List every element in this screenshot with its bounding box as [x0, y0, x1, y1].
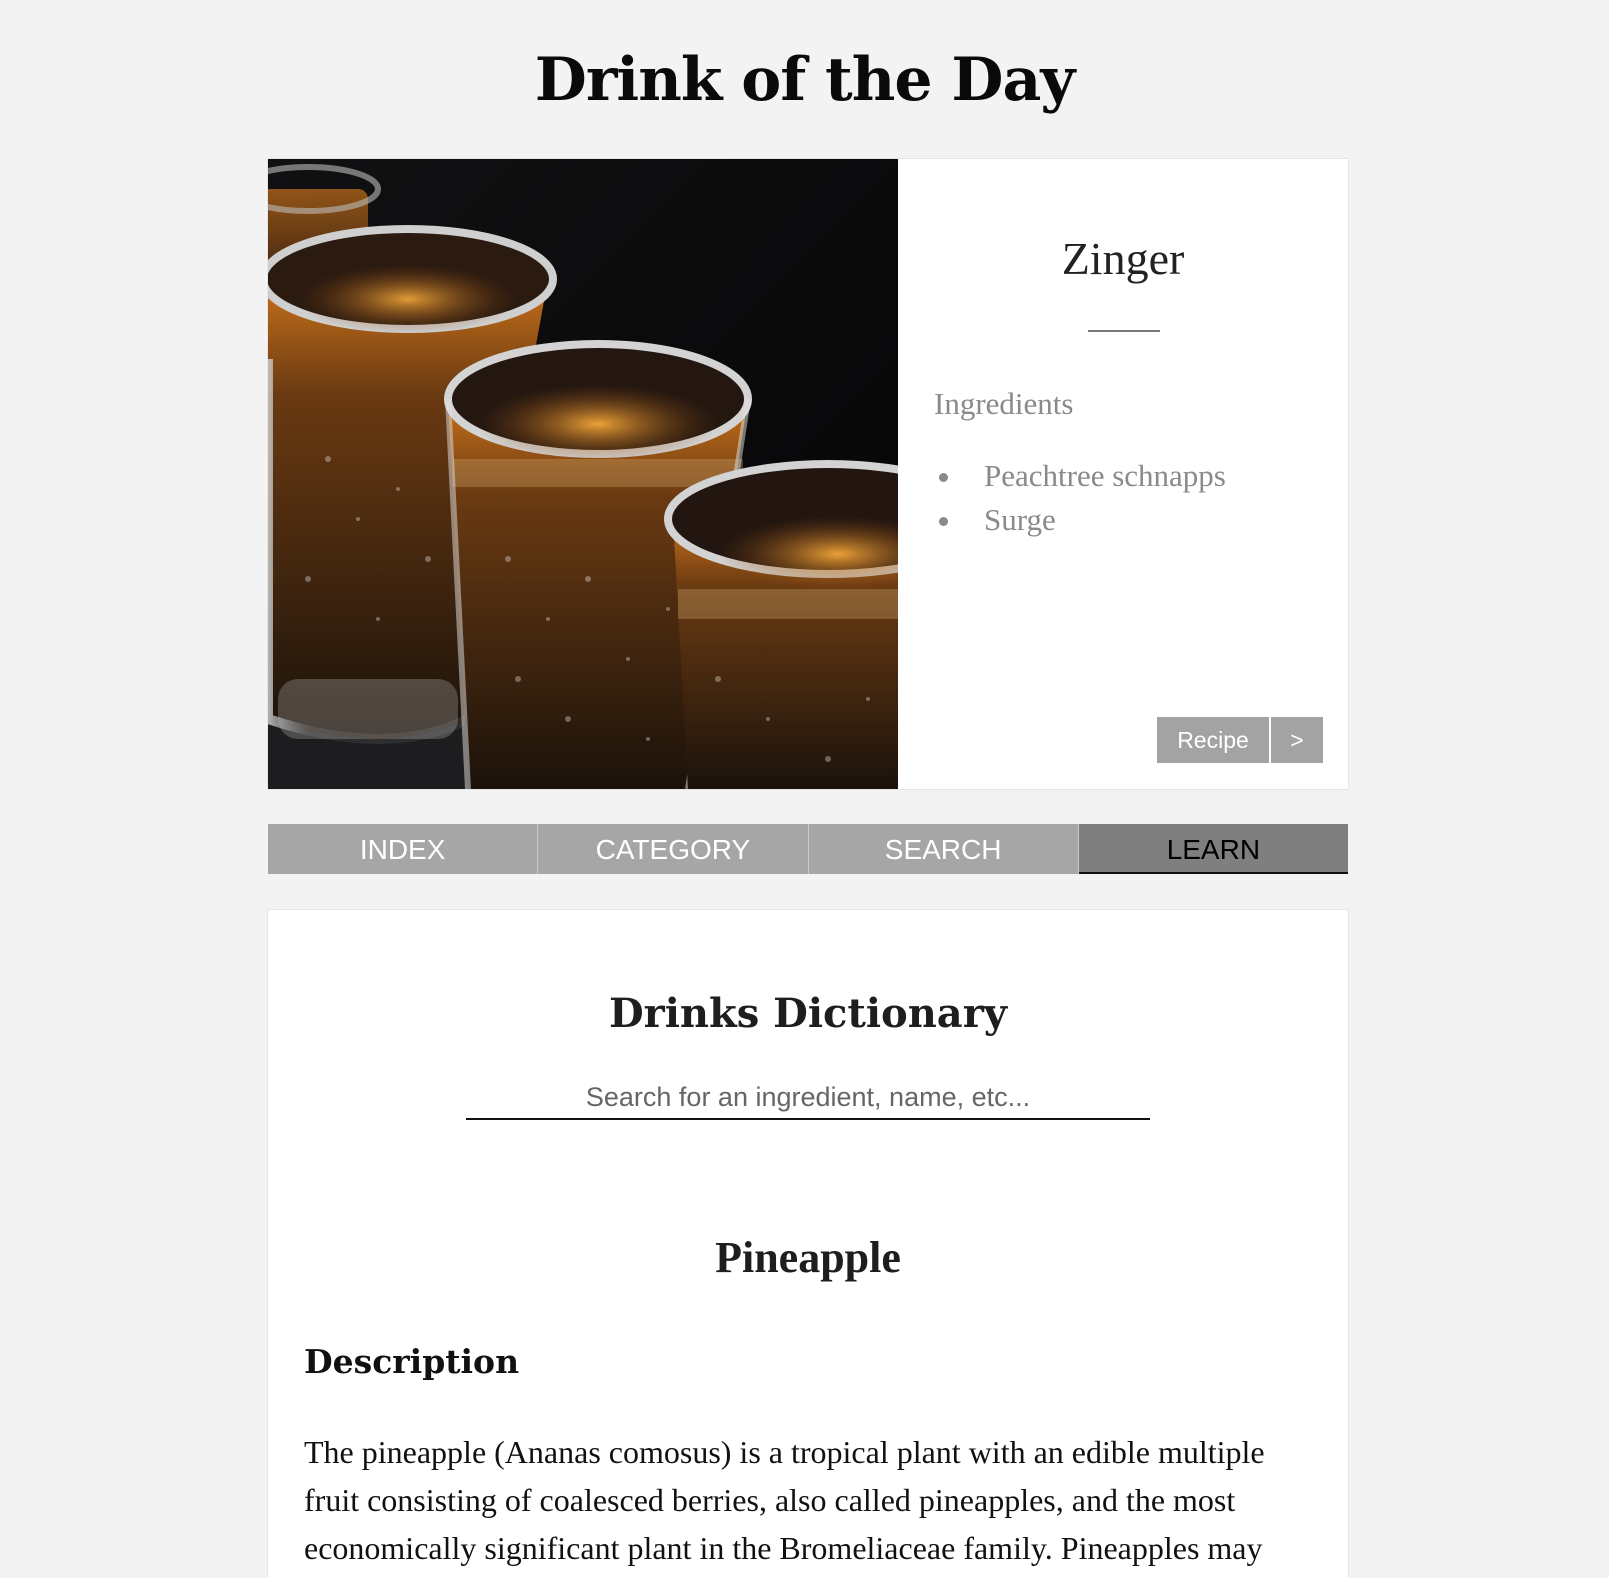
- drink-photo: [268, 159, 898, 789]
- ingredient-item: Peachtree schnapps: [934, 454, 1226, 498]
- ingredients-list: Peachtree schnapps Surge: [934, 454, 1226, 542]
- drink-info: Zinger Ingredients Peachtree schnapps Su…: [898, 159, 1348, 789]
- tab-learn[interactable]: LEARN: [1078, 824, 1348, 874]
- dictionary-search-input[interactable]: [466, 1076, 1150, 1120]
- page-title: Drink of the Day: [534, 45, 1075, 115]
- tab-index[interactable]: INDEX: [268, 824, 539, 874]
- ingredient-item: Surge: [934, 498, 1226, 542]
- drink-name: Zinger: [1061, 233, 1185, 284]
- ingredients-heading: Ingredients: [934, 386, 1074, 421]
- tab-category[interactable]: CATEGORY: [538, 824, 809, 874]
- featured-drink-card: Zinger Ingredients Peachtree schnapps Su…: [268, 159, 1348, 789]
- next-button[interactable]: >: [1271, 717, 1323, 763]
- shot-glasses-photo-icon: [268, 159, 898, 789]
- title-divider: [1088, 330, 1160, 332]
- dictionary-title: Drinks Dictionary: [608, 990, 1008, 1037]
- recipe-button-group: Recipe >: [1157, 717, 1323, 763]
- term-title: Pineapple: [715, 1233, 901, 1282]
- tab-search[interactable]: SEARCH: [808, 824, 1079, 874]
- description-text: The pineapple (Ananas comosus) is a trop…: [304, 1434, 1265, 1566]
- description-heading: Description: [304, 1342, 520, 1381]
- main-tabs: INDEX CATEGORY SEARCH LEARN: [268, 824, 1348, 874]
- recipe-button[interactable]: Recipe: [1157, 717, 1269, 763]
- drinks-dictionary-panel: Drinks Dictionary Pineapple Description …: [268, 910, 1348, 1578]
